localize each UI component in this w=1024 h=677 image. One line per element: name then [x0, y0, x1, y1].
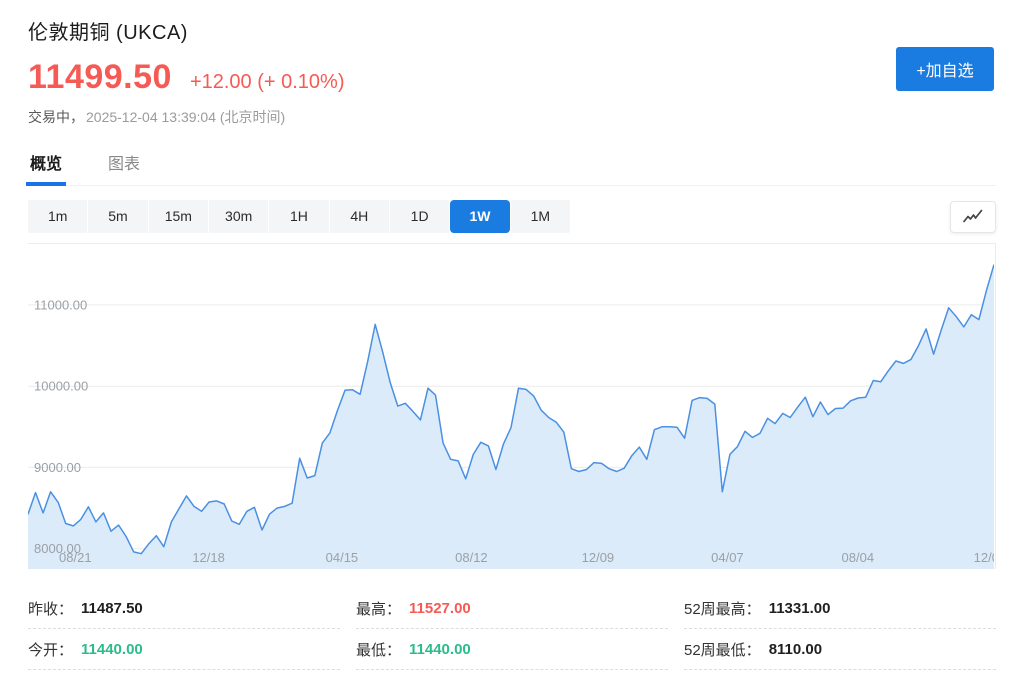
y-axis-label-10000: 10000.00 [34, 379, 88, 394]
status-row: 交易中，2025-12-04 13:39:04 (北京时间) [28, 107, 996, 127]
stat-52wk-low-label: 52周最低： [684, 639, 761, 660]
chart-toolbar: 1m5m15m30m1H4H1D1W1M [28, 200, 996, 233]
stat-52wk-low: 52周最低： 8110.00 [684, 629, 996, 670]
tab-chart[interactable]: 图表 [106, 150, 142, 185]
stat-low-value: 11440.00 [409, 641, 471, 658]
period-button-1m[interactable]: 1m [28, 200, 87, 233]
y-axis-label-9000: 9000.00 [34, 460, 81, 475]
current-price: 11499.50 [28, 58, 172, 97]
period-button-15m[interactable]: 15m [149, 200, 208, 233]
chart-type-button[interactable] [950, 201, 996, 233]
x-axis-label-12-09: 12/09 [582, 550, 615, 565]
view-tabs: 概览 图表 [28, 150, 996, 186]
quote-timestamp: 2025-12-04 13:39:04 (北京时间) [86, 109, 285, 125]
price-row: 11499.50 +12.00 (+ 0.10%) [28, 58, 996, 97]
x-axis-label-04-15: 04/15 [326, 550, 359, 565]
period-button-1w[interactable]: 1W [450, 200, 509, 233]
stat-low: 最低： 11440.00 [356, 629, 668, 670]
stats-column: 52周最高： 11331.00 52周最低： 8110.00 [684, 588, 996, 670]
price-area-fill [28, 265, 994, 569]
stat-prev-close-value: 11487.50 [81, 600, 143, 617]
period-button-1h[interactable]: 1H [269, 200, 328, 233]
stat-high-value: 11527.00 [409, 600, 471, 617]
price-chart[interactable]: 11000.0010000.009000.008000.0008/2112/18… [28, 243, 996, 569]
price-chart-canvas: 11000.0010000.009000.008000.0008/2112/18… [28, 244, 994, 569]
period-button-1d[interactable]: 1D [390, 200, 449, 233]
period-button-4h[interactable]: 4H [330, 200, 389, 233]
x-axis-label-08-04: 08/04 [842, 550, 875, 565]
stat-prev-close-label: 昨收： [28, 598, 73, 619]
instrument-title: 伦敦期铜 (UKCA) [28, 16, 996, 45]
period-button-30m[interactable]: 30m [209, 200, 268, 233]
stat-open: 今开： 11440.00 [28, 629, 340, 670]
stat-52wk-low-value: 8110.00 [769, 641, 822, 658]
price-change: +12.00 (+ 0.10%) [190, 71, 345, 94]
x-axis-label-08-12: 08/12 [455, 550, 488, 565]
stat-52wk-high-value: 11331.00 [769, 600, 831, 617]
stat-low-label: 最低： [356, 639, 401, 660]
stat-prev-close: 昨收： 11487.50 [28, 588, 340, 629]
x-axis-label-04-07: 04/07 [711, 550, 744, 565]
stat-high: 最高： 11527.00 [356, 588, 668, 629]
x-axis-label-12-18: 12/18 [192, 550, 225, 565]
period-button-1m[interactable]: 1M [511, 200, 570, 233]
stats-column: 昨收： 11487.50 今开： 11440.00 [28, 588, 340, 670]
stat-high-label: 最高： [356, 598, 401, 619]
tab-overview[interactable]: 概览 [28, 150, 64, 185]
stats-column: 最高： 11527.00 最低： 11440.00 [356, 588, 668, 670]
quote-page: 伦敦期铜 (UKCA) +加自选 11499.50 +12.00 (+ 0.10… [0, 0, 1024, 677]
y-axis-label-11000: 11000.00 [34, 297, 87, 312]
x-axis-label-08-21: 08/21 [59, 550, 92, 565]
stat-open-label: 今开： [28, 639, 73, 660]
stat-52wk-high: 52周最高： 11331.00 [684, 588, 996, 629]
x-axis-label-12-0: 12/0 [974, 550, 994, 565]
stat-open-value: 11440.00 [81, 641, 143, 658]
line-chart-icon [962, 209, 984, 224]
stat-52wk-high-label: 52周最高： [684, 598, 761, 619]
add-watchlist-button[interactable]: +加自选 [896, 47, 994, 91]
stats-grid: 昨收： 11487.50 今开： 11440.00 最高： 11527.00 最低： 1144… [28, 588, 996, 670]
trading-status: 交易中， [28, 109, 84, 125]
period-button-5m[interactable]: 5m [88, 200, 147, 233]
period-selector: 1m5m15m30m1H4H1D1W1M [28, 200, 570, 233]
